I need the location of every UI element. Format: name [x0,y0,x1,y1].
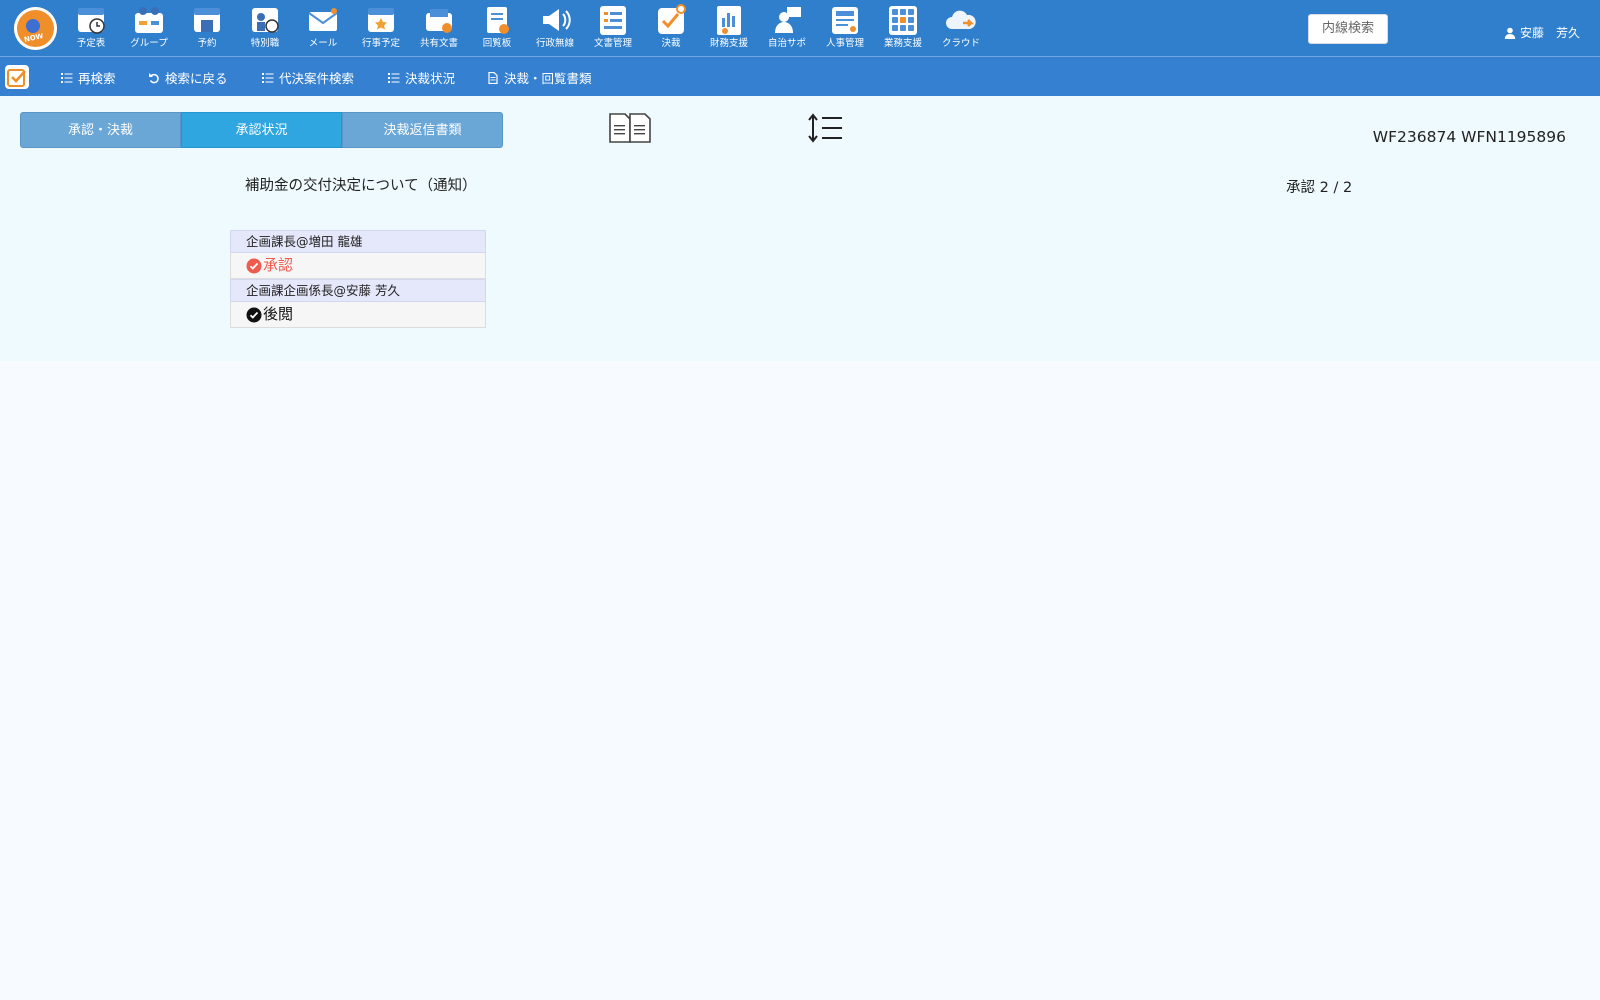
app-label: 財務支援 [709,38,748,49]
app-community[interactable]: 自治サポ [758,3,816,53]
check-circle-icon [246,307,262,322]
app-label: 行政無線 [535,38,574,49]
finance-icon [717,6,741,35]
toolbar-label: 決裁・回覧書類 [504,71,592,86]
app-schedule[interactable]: 予定表 [62,3,120,53]
app-label: 自治サポ [767,38,806,49]
document-icon [488,71,498,84]
approval-count: 承認 2 / 2 [1286,180,1353,196]
top-app-bar: NOW 予定表 グループ 予約 特別職 メール 行事予定 共有文書 回覧板 行政… [0,0,1600,56]
app-label: 行事予定 [361,38,400,49]
approval-status-label: 後閲 [263,305,294,323]
circular-icon [487,7,509,34]
research-button[interactable]: 再検索 [61,68,116,87]
app-radio[interactable]: 行政無線 [526,3,584,53]
line-height-icon[interactable] [808,112,844,144]
approver-name: 企画課長@増田 龍雄 [230,230,486,253]
approval-icon [658,4,686,34]
community-icon [775,7,801,33]
app-label: グループ [130,38,168,49]
tab-approval-status[interactable]: 承認状況 [181,112,342,148]
toolbar-label: 決裁状況 [405,71,456,86]
app-label: 特別職 [250,38,280,49]
back-to-search-button[interactable]: 検索に戻る [148,68,228,87]
app-label: クラウド [941,38,980,49]
extension-search-button[interactable]: 内線検索 [1308,14,1388,44]
app-label: 決裁 [661,38,681,49]
approval-status-row: 後閲 [230,302,486,328]
app-business[interactable]: 業務支援 [874,3,932,53]
group-icon [135,7,163,33]
radio-icon [543,9,571,31]
app-special-staff[interactable]: 特別職 [236,3,294,53]
app-mail[interactable]: メール [294,3,352,53]
app-label: メール [308,38,338,49]
app-cloud[interactable]: クラウド [932,3,990,53]
event-icon [368,8,394,32]
logo-center [26,19,40,33]
user-icon [1504,27,1516,39]
app-finance[interactable]: 財務支援 [700,3,758,53]
user-name: 安藤 芳久 [1519,26,1580,40]
approval-status-button[interactable]: 決裁状況 [388,68,455,87]
undo-icon [149,72,159,83]
toolbar-label: 再検索 [78,71,116,86]
list-icon [61,72,73,83]
compare-documents-icon[interactable] [607,112,653,144]
app-group[interactable]: グループ [120,3,178,53]
hr-icon [832,7,858,34]
business-icon [889,6,917,35]
app-approval[interactable]: 決裁 [642,3,700,53]
home-logo[interactable]: NOW [14,7,57,50]
reservation-icon [194,8,220,32]
approval-home-button[interactable] [5,65,29,89]
check-circle-icon [246,258,262,273]
user-menu[interactable]: 安藤 芳久 [1504,24,1580,41]
special-staff-icon [252,8,279,33]
app-label: 回覧板 [482,38,512,49]
app-hr[interactable]: 人事管理 [816,3,874,53]
approval-status-label: 承認 [263,256,294,274]
mail-icon [308,8,338,31]
sub-toolbar: 再検索 検索に戻る 代決案件検索 決裁状況 決裁・回覧書類 [0,56,1600,96]
schedule-icon [78,8,105,34]
app-label: 共有文書 [419,38,458,49]
app-label: 業務支援 [883,38,922,49]
app-event[interactable]: 行事予定 [352,3,410,53]
tab-bar: 承認・決裁 承認状況 決裁返信書類 [20,112,503,148]
list-icon [388,72,400,83]
tab-reply-documents[interactable]: 決裁返信書類 [342,112,503,148]
list-icon [262,72,274,83]
proxy-search-button[interactable]: 代決案件検索 [262,68,354,87]
approval-status-row: 承認 [230,253,486,279]
approval-docs-button[interactable]: 決裁・回覧書類 [487,68,592,87]
toolbar-label: 検索に戻る [165,71,228,86]
approver-list: 企画課長@増田 龍雄 承認 企画課企画係長@安藤 芳久 後閲 [230,230,486,328]
app-shared-docs[interactable]: 共有文書 [410,3,468,53]
approver-name: 企画課企画係長@安藤 芳久 [230,279,486,302]
document-title: 補助金の交付決定について（通知） [245,178,477,194]
app-circular[interactable]: 回覧板 [468,3,526,53]
logo-text: NOW [23,32,45,44]
toolbar-label: 代決案件検索 [279,71,355,86]
app-label: 人事管理 [825,38,864,49]
check-icon [7,69,26,87]
doc-management-icon [600,6,626,35]
app-reservation[interactable]: 予約 [178,3,236,53]
app-label: 予定表 [76,38,106,49]
tab-approve-decide[interactable]: 承認・決裁 [20,112,181,148]
app-doc-management[interactable]: 文書管理 [584,3,642,53]
app-label: 予約 [197,38,217,49]
shared-docs-icon [426,9,452,33]
app-label: 文書管理 [593,38,632,49]
document-id: WF236874 WFN1195896 [1372,128,1566,146]
cloud-icon [946,10,976,29]
